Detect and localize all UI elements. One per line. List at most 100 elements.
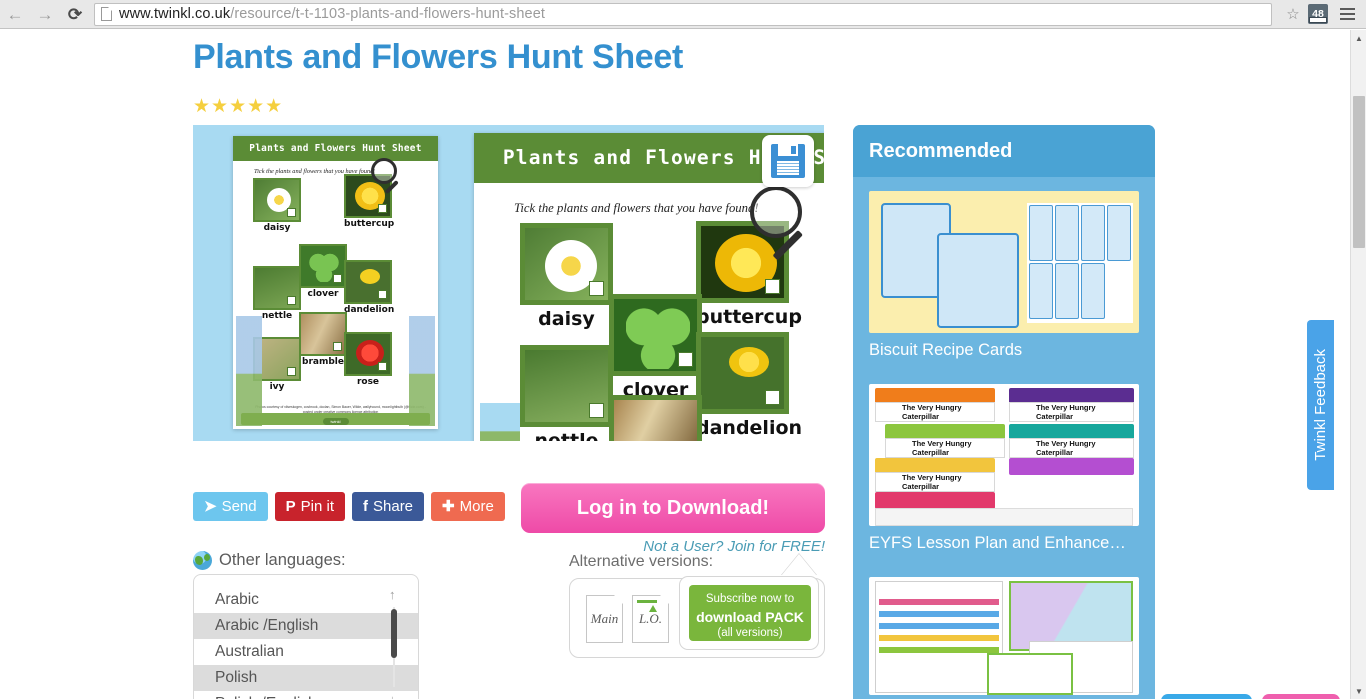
plant-label-buttercup: buttercup	[344, 219, 395, 229]
careers-button[interactable]: Careers	[1161, 694, 1252, 699]
plant-cell-bramble-big	[609, 395, 702, 441]
caterpillar-row-label-1: The Very Hungry Caterpillar	[902, 403, 962, 421]
recommended-header: Recommended	[853, 125, 1155, 177]
page-scrollbar[interactable]: ▲ ▼	[1350, 30, 1366, 699]
recommended-item-3[interactable]	[853, 563, 1155, 699]
plant-label-clover: clover	[307, 289, 339, 299]
up-arrow-icon	[649, 605, 657, 612]
hamburger-menu-icon[interactable]	[1334, 8, 1360, 20]
facebook-icon: f	[363, 498, 368, 515]
languages-scrollbar[interactable]: ↑ ↓	[387, 587, 401, 699]
recommended-item-1-title[interactable]: Biscuit Recipe Cards	[869, 333, 1139, 366]
page-title: Plants and Flowers Hunt Sheet	[193, 38, 684, 76]
plant-label-daisy-big: daisy	[538, 308, 595, 330]
resource-preview-banner[interactable]: Plants and Flowers Hunt Sheet Tick the p…	[193, 125, 824, 441]
browser-toolbar: ← → ⟳ www.twinkl.co.uk/resource/t-t-1103…	[0, 0, 1366, 29]
subscribe-callout: Subscribe now to download PACK (all vers…	[679, 576, 819, 650]
share-button-label: Share	[373, 498, 414, 515]
url-domain: www.twinkl.co.uk	[119, 6, 231, 22]
recommended-item-2-title[interactable]: EYFS Lesson Plan and Enhancement…	[869, 526, 1139, 559]
caterpillar-row-label-5: The Very Hungry Caterpillar	[1036, 439, 1096, 457]
twinkl-feedback-tab[interactable]: Twinkl Feedback	[1307, 320, 1334, 490]
decoration-left-big	[480, 403, 520, 441]
recommended-item-1[interactable]: Biscuit Recipe Cards	[853, 177, 1155, 370]
nettle-photo	[253, 266, 301, 310]
plus-icon: ✚	[442, 498, 455, 515]
bramble-photo	[299, 312, 347, 356]
bramble-photo-big	[609, 395, 702, 441]
help-button[interactable]: Help!	[1262, 694, 1340, 699]
caterpillar-row-label-2: The Very Hungry Caterpillar	[912, 439, 972, 457]
scroll-down-icon[interactable]: ▼	[1351, 683, 1366, 699]
twinkl-feedback-label: Twinkl Feedback	[1312, 349, 1329, 461]
language-option-polish-english[interactable]: Polish /English	[194, 691, 418, 699]
forward-arrow-icon[interactable]: →	[30, 0, 60, 28]
language-option-australian[interactable]: Australian	[194, 639, 418, 665]
rating-stars[interactable]: ★★★★★	[193, 95, 283, 118]
url-path: /resource/t-t-1103-plants-and-flowers-hu…	[230, 6, 546, 22]
back-arrow-icon[interactable]: ←	[0, 0, 30, 28]
decoration-right	[409, 316, 435, 426]
pinterest-icon: P	[285, 498, 296, 515]
languages-scroll-down-icon[interactable]: ↓	[389, 692, 396, 699]
version-doc-lo[interactable]: L.O.	[632, 595, 669, 643]
language-option-arabic-english[interactable]: Arabic /English	[194, 613, 418, 639]
subscribe-line-2: download PACK	[696, 608, 804, 625]
language-option-arabic[interactable]: Arabic	[194, 587, 418, 613]
rose-photo	[344, 332, 392, 376]
page-viewport: Plants and Flowers Hunt Sheet ★★★★★ Plan…	[0, 30, 1366, 699]
share-button[interactable]: f Share	[352, 492, 425, 521]
plant-label-buttercup-big: buttercup	[696, 306, 802, 328]
page-content: Plants and Flowers Hunt Sheet ★★★★★ Plan…	[0, 30, 1350, 699]
plant-cell-daisy: daisy	[253, 178, 301, 233]
floppy-disk-save-icon	[771, 144, 805, 178]
scroll-up-icon[interactable]: ▲	[1351, 30, 1366, 46]
subscribe-line-1: Subscribe now to	[705, 593, 795, 605]
login-to-download-button[interactable]: Log in to Download!	[521, 483, 825, 533]
twinkl-logo-tag: twinkl	[322, 418, 349, 425]
magnifying-glass-icon-big	[750, 186, 803, 261]
languages-scroll-thumb[interactable]	[391, 609, 397, 658]
alternative-versions-label: Alternative versions:	[569, 553, 714, 570]
sheet-title-small: Plants and Flowers Hunt Sheet	[233, 136, 438, 161]
caterpillar-row-label-4: The Very Hungry Caterpillar	[1036, 403, 1096, 421]
languages-scroll-up-icon[interactable]: ↑	[389, 587, 396, 602]
eyfs-caterpillar-thumbnail[interactable]: The Very Hungry Caterpillar The Very Hun…	[869, 384, 1139, 526]
other-languages-listbox[interactable]: Arabic Arabic /English Australian Polish…	[193, 574, 419, 699]
sheet-instruction-big: Tick the plants and flowers that you hav…	[514, 201, 759, 215]
daisy-photo	[253, 178, 301, 222]
page-document-icon	[101, 7, 112, 21]
plant-label-dandelion-big: dandelion	[696, 417, 803, 439]
scrollbar-thumb[interactable]	[1353, 96, 1365, 248]
plant-label-daisy: daisy	[263, 223, 291, 233]
social-share-row: ➤ Send P Pin it f Share ✚ More	[193, 492, 505, 521]
save-resource-button[interactable]	[762, 135, 814, 187]
plant-cell-rose: rose	[344, 332, 392, 387]
clover-photo	[299, 244, 347, 288]
globe-icon	[193, 551, 212, 570]
bookmark-star-icon[interactable]: ☆	[1280, 5, 1306, 23]
subscribe-line-3: (all versions)	[717, 627, 783, 640]
version-doc-main[interactable]: Main	[586, 595, 623, 643]
pin-it-button[interactable]: P Pin it	[274, 492, 345, 521]
recommended-item-2[interactable]: The Very Hungry Caterpillar The Very Hun…	[853, 370, 1155, 563]
eyfs-lesson-plan-thumbnail[interactable]	[869, 577, 1139, 695]
green-bar-icon	[637, 600, 657, 603]
subscribe-download-pack-button[interactable]: Subscribe now to download PACK (all vers…	[689, 585, 811, 641]
more-button[interactable]: ✚ More	[431, 492, 505, 521]
language-option-polish[interactable]: Polish	[194, 665, 418, 691]
more-button-label: More	[459, 498, 494, 515]
send-button[interactable]: ➤ Send	[193, 492, 268, 521]
biscuit-recipe-cards-thumbnail[interactable]	[869, 191, 1139, 333]
clover-photo-big	[609, 294, 702, 376]
pin-it-button-label: Pin it	[300, 498, 334, 515]
send-button-label: Send	[221, 498, 257, 515]
callout-pointer	[781, 554, 817, 576]
resource-preview-thumbnail[interactable]: Plants and Flowers Hunt Sheet Tick the p…	[233, 136, 438, 429]
plant-cell-clover: clover	[299, 244, 347, 299]
reload-icon[interactable]: ⟳	[60, 0, 90, 28]
extension-badge-icon[interactable]: 48	[1308, 4, 1328, 24]
paper-plane-icon: ➤	[204, 498, 217, 515]
address-bar[interactable]: www.twinkl.co.uk/resource/t-t-1103-plant…	[94, 2, 1272, 26]
plant-cell-bramble: bramble	[299, 312, 347, 367]
